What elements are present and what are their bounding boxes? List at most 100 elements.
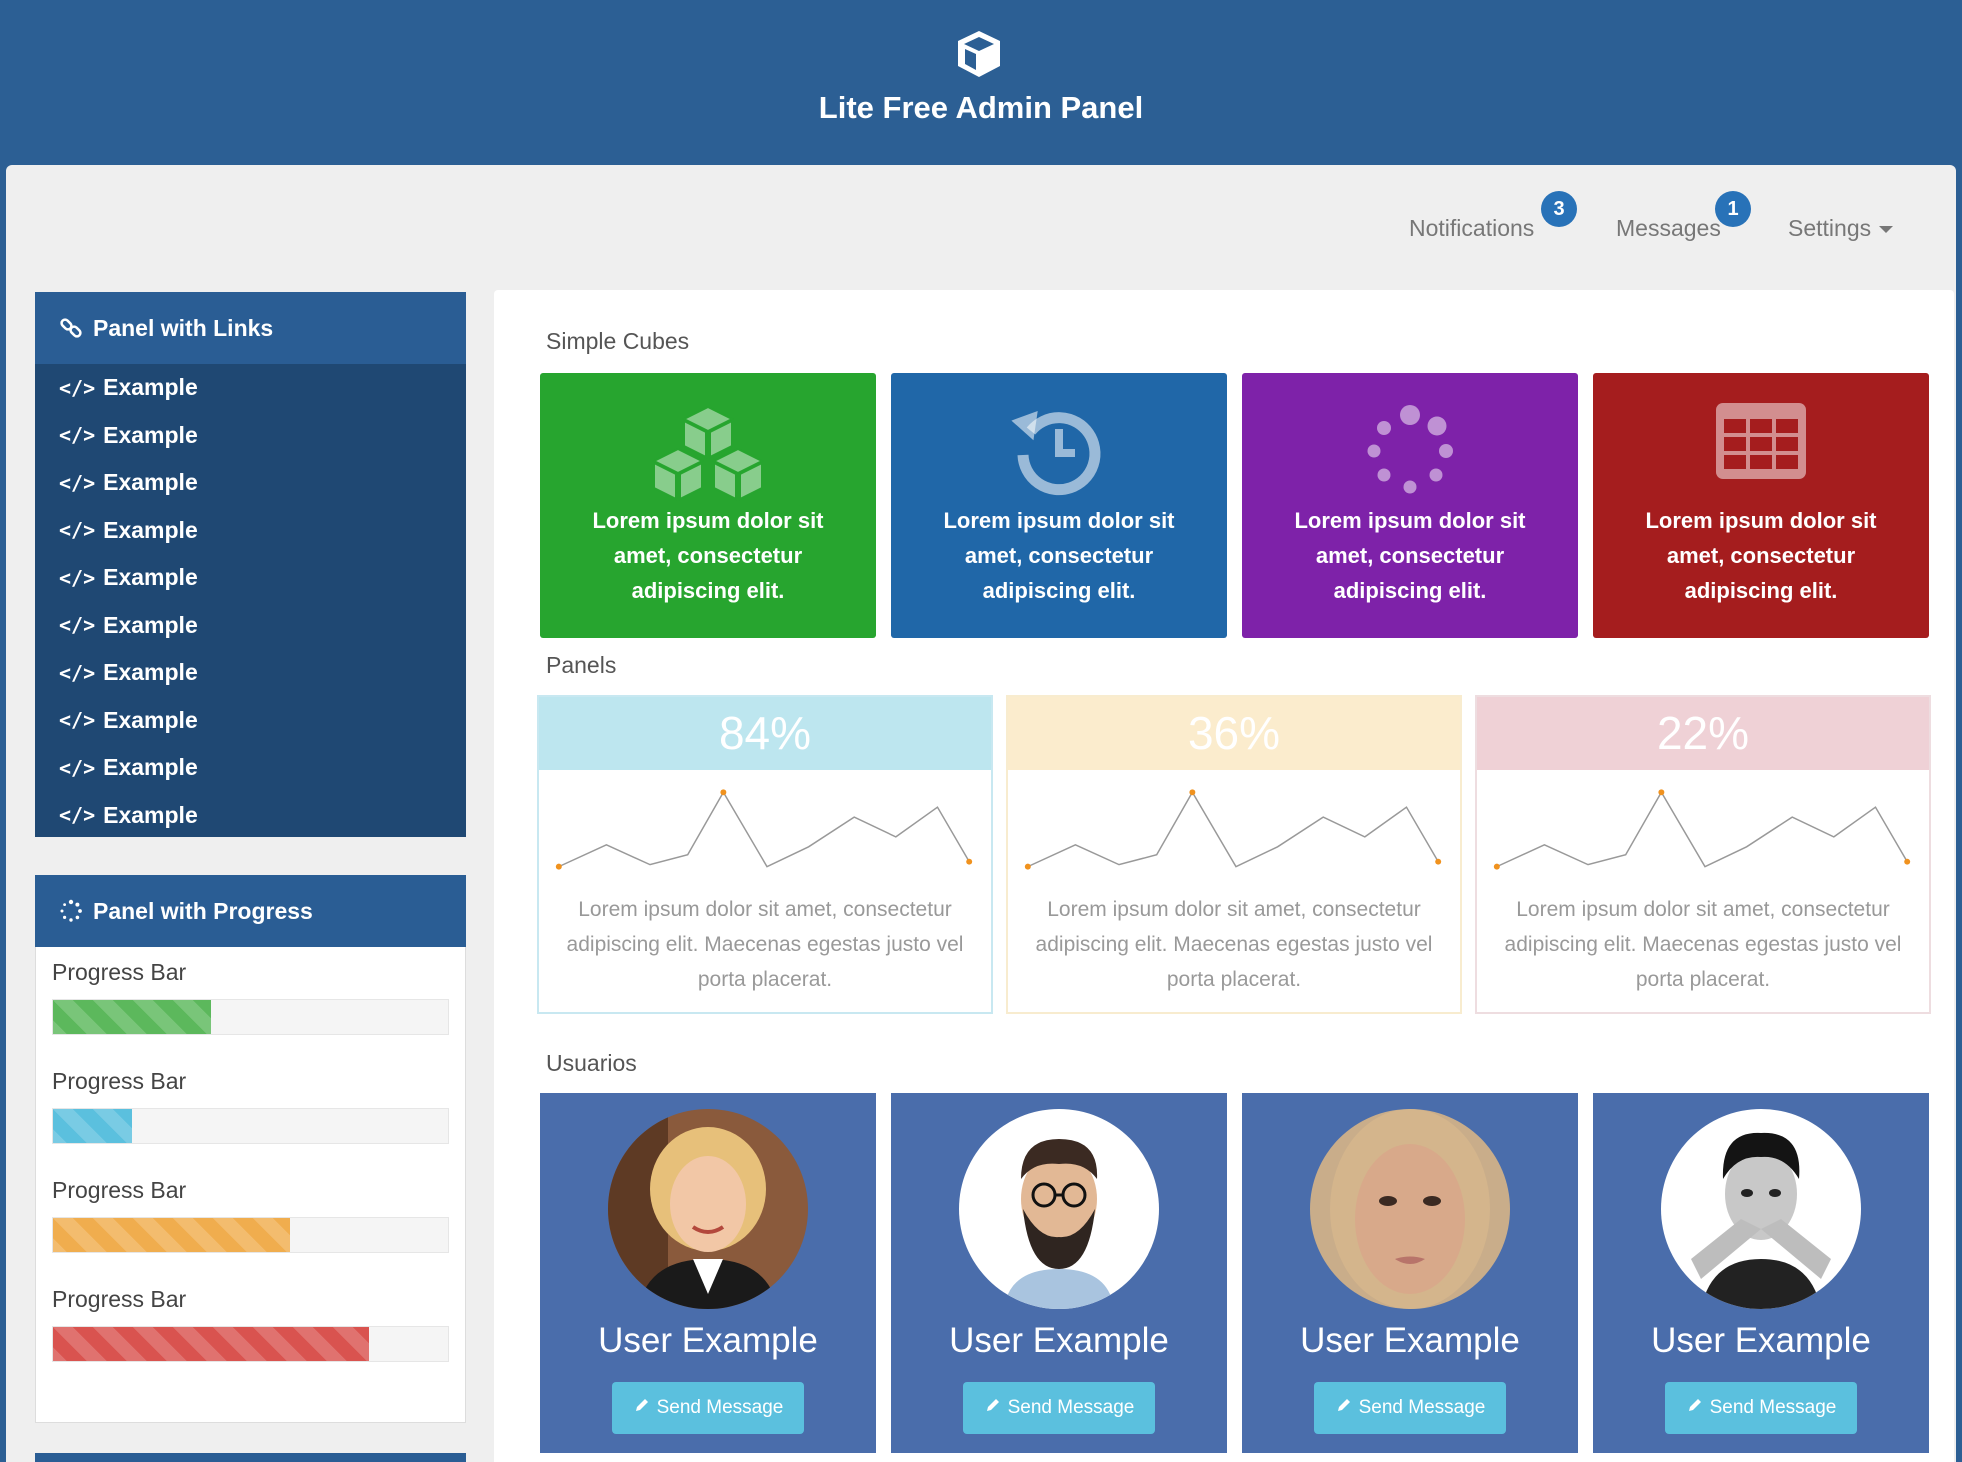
spinner-icon bbox=[1242, 401, 1578, 501]
progress-fill bbox=[53, 1218, 290, 1252]
progress-label: Progress Bar bbox=[52, 1286, 187, 1312]
progress-item: Progress Bar bbox=[36, 1177, 465, 1253]
sparkline-chart bbox=[555, 789, 973, 870]
user-name: User Example bbox=[598, 1321, 818, 1360]
links-list: </> Example </> Example </> Example </> Example… bbox=[35, 364, 466, 839]
cube-icon bbox=[958, 31, 1000, 77]
stat-percent: 36% bbox=[1008, 697, 1460, 770]
progress-track bbox=[52, 1108, 449, 1144]
code-icon: </> bbox=[59, 803, 96, 828]
progress-track bbox=[52, 1217, 449, 1253]
sidebar-link-label: Example bbox=[103, 374, 198, 401]
progress-track bbox=[52, 999, 449, 1035]
notifications-badge: 3 bbox=[1541, 191, 1577, 227]
links-panel-title: Panel with Links bbox=[93, 314, 274, 341]
code-icon: </> bbox=[59, 708, 96, 733]
third-panel-header bbox=[35, 1453, 466, 1462]
code-icon: </> bbox=[59, 470, 96, 495]
progress-label: Progress Bar bbox=[52, 1068, 187, 1094]
spinner-icon bbox=[60, 899, 82, 922]
sidebar-link-label: Example bbox=[103, 801, 198, 828]
user-card: User Example Send Message bbox=[1593, 1093, 1929, 1453]
send-message-label: Send Message bbox=[1007, 1397, 1135, 1418]
simple-cube[interactable]: Lorem ipsum dolor sit amet, consectetur … bbox=[540, 373, 876, 638]
sidebar-link-label: Example bbox=[103, 564, 198, 591]
cube-text: Lorem ipsum dolor sit amet, consectetur … bbox=[1645, 508, 1877, 603]
send-message-button[interactable]: Send Message bbox=[612, 1382, 804, 1434]
notifications-label: Notifications bbox=[1409, 215, 1535, 241]
sidebar-link-item[interactable]: </> Example bbox=[35, 554, 466, 602]
sidebar-link-item[interactable]: </> Example bbox=[35, 649, 466, 697]
simple-cube[interactable]: Lorem ipsum dolor sit amet, consectetur … bbox=[891, 373, 1227, 638]
sidebar-link-item[interactable]: </> Example bbox=[35, 364, 466, 412]
progress-item: Progress Bar bbox=[36, 1068, 465, 1144]
stat-description: Lorem ipsum dolor sit amet, consectetur … bbox=[566, 898, 964, 991]
avatar bbox=[1661, 1109, 1861, 1309]
sidebar-link-label: Example bbox=[103, 469, 198, 496]
sparkline-point bbox=[720, 789, 727, 796]
progress-track bbox=[52, 1326, 449, 1362]
send-message-button[interactable]: Send Message bbox=[963, 1382, 1155, 1434]
stat-percent: 84% bbox=[539, 697, 991, 770]
send-message-label: Send Message bbox=[1358, 1397, 1486, 1418]
send-message-button[interactable]: Send Message bbox=[1314, 1382, 1506, 1434]
sidebar-link-item[interactable]: </> Example bbox=[35, 507, 466, 555]
app-title: Lite Free Admin Panel bbox=[818, 90, 1144, 125]
app-header: Lite Free Admin Panel bbox=[0, 0, 1962, 165]
links-panel: Panel with Links </> Example </> Example </>… bbox=[35, 292, 466, 837]
notifications-link[interactable]: Notifications bbox=[1409, 215, 1534, 242]
sparkline-point bbox=[1493, 863, 1500, 870]
code-icon: </> bbox=[59, 613, 96, 638]
user-name: User Example bbox=[949, 1321, 1169, 1360]
progress-fill bbox=[53, 1109, 132, 1143]
sparkline-point bbox=[1658, 789, 1665, 796]
sidebar-link-label: Example bbox=[103, 516, 198, 543]
settings-label: Settings bbox=[1788, 215, 1872, 241]
messages-badge: 1 bbox=[1715, 191, 1751, 227]
send-message-label: Send Message bbox=[1709, 1397, 1837, 1418]
cubes-section-title: Simple Cubes bbox=[546, 328, 690, 354]
caret-down-icon bbox=[1879, 226, 1894, 234]
link-icon bbox=[60, 318, 82, 338]
user-name: User Example bbox=[1651, 1321, 1871, 1360]
sidebar-link-label: Example bbox=[103, 421, 198, 448]
sparkline-point bbox=[966, 858, 973, 865]
settings-dropdown[interactable]: Settings bbox=[1788, 215, 1894, 242]
messages-link[interactable]: Messages bbox=[1616, 215, 1721, 242]
code-icon: </> bbox=[59, 518, 96, 543]
code-icon: </> bbox=[59, 423, 96, 448]
progress-fill bbox=[53, 1327, 369, 1361]
sidebar-link-item[interactable]: </> Example bbox=[35, 697, 466, 745]
stat-panel: 22% Lorem ipsum dolor sit amet, consectet… bbox=[1475, 695, 1931, 1014]
simple-cube[interactable]: Lorem ipsum dolor sit amet, consectetur … bbox=[1242, 373, 1578, 638]
user-card: User Example Send Message bbox=[540, 1093, 876, 1453]
send-message-button[interactable]: Send Message bbox=[1665, 1382, 1857, 1434]
stat-percent: 22% bbox=[1477, 697, 1929, 770]
progress-panel-header: Panel with Progress bbox=[35, 875, 466, 947]
pencil-icon bbox=[633, 1396, 651, 1420]
progress-label: Progress Bar bbox=[52, 959, 187, 985]
sparkline bbox=[1496, 790, 1908, 868]
pencil-icon bbox=[1335, 1396, 1353, 1420]
sparkline-chart bbox=[1024, 789, 1442, 870]
sidebar-link-label: Example bbox=[103, 659, 198, 686]
sidebar-link-item[interactable]: </> Example bbox=[35, 412, 466, 460]
avatar bbox=[608, 1109, 808, 1309]
sparkline-chart bbox=[1493, 789, 1911, 870]
user-name: User Example bbox=[1300, 1321, 1520, 1360]
simple-cube[interactable]: Lorem ipsum dolor sit amet, consectetur … bbox=[1593, 373, 1929, 638]
pencil-icon bbox=[1686, 1396, 1704, 1420]
sidebar-link-item[interactable]: </> Example bbox=[35, 459, 466, 507]
cubes-icon bbox=[540, 401, 876, 501]
links-panel-header: Panel with Links bbox=[35, 292, 466, 364]
sidebar-link-item[interactable]: </> Example bbox=[35, 744, 466, 792]
sidebar-link-item[interactable]: </> Example bbox=[35, 792, 466, 840]
code-icon: </> bbox=[59, 660, 96, 685]
cube-text: Lorem ipsum dolor sit amet, consectetur … bbox=[592, 508, 824, 603]
progress-list: Progress Bar Progress Bar Progress Bar Prog… bbox=[36, 959, 465, 1362]
stat-description: Lorem ipsum dolor sit amet, consectetur … bbox=[1035, 898, 1433, 991]
progress-label: Progress Bar bbox=[52, 1177, 187, 1203]
user-card: User Example Send Message bbox=[1242, 1093, 1578, 1453]
sidebar-link-item[interactable]: </> Example bbox=[35, 602, 466, 650]
sidebar-link-label: Example bbox=[103, 611, 198, 638]
